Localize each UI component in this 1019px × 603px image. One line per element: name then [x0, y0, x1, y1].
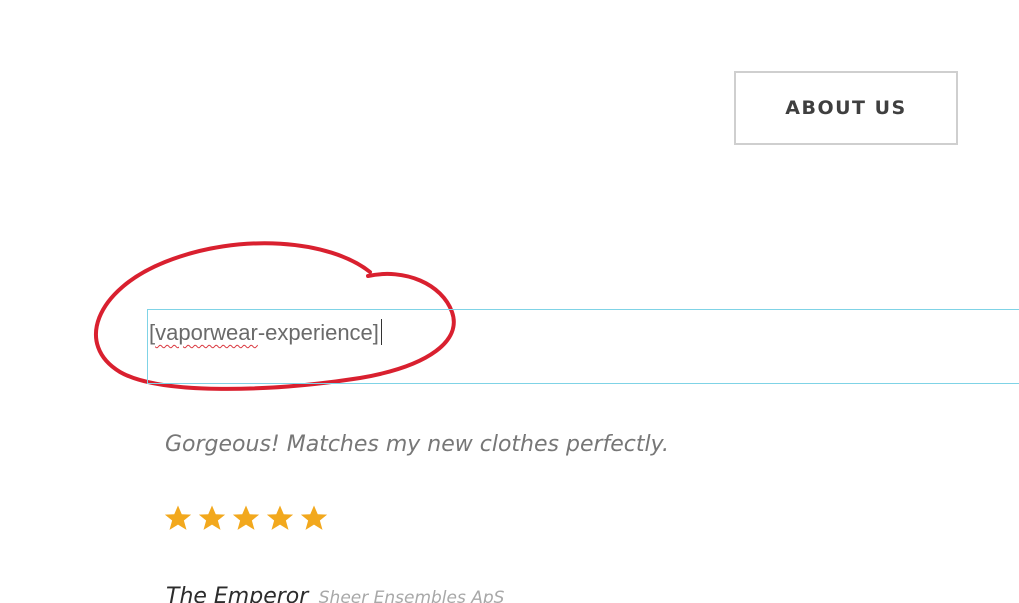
star-rating	[163, 503, 329, 533]
testimonial-author: The Emperor Sheer Ensembles ApS	[166, 584, 504, 603]
shortcode-text[interactable]: [vaporwear-experience]	[149, 319, 382, 346]
about-us-button[interactable]: ABOUT US	[734, 71, 958, 145]
misspelled-word: vaporwear	[155, 320, 258, 345]
text-caret	[380, 319, 382, 345]
testimonial-quote: Gorgeous! Matches my new clothes perfect…	[165, 432, 669, 457]
star-icon	[198, 505, 226, 530]
star-icon	[164, 505, 192, 530]
star-icon	[232, 505, 260, 530]
star-icon	[266, 505, 294, 530]
shortcode-rest: -experience]	[257, 320, 379, 345]
star-icon	[300, 505, 328, 530]
author-name: The Emperor	[166, 584, 309, 603]
author-company: Sheer Ensembles ApS	[318, 588, 505, 603]
shortcode-block[interactable]: [vaporwear-experience]	[147, 309, 1019, 384]
